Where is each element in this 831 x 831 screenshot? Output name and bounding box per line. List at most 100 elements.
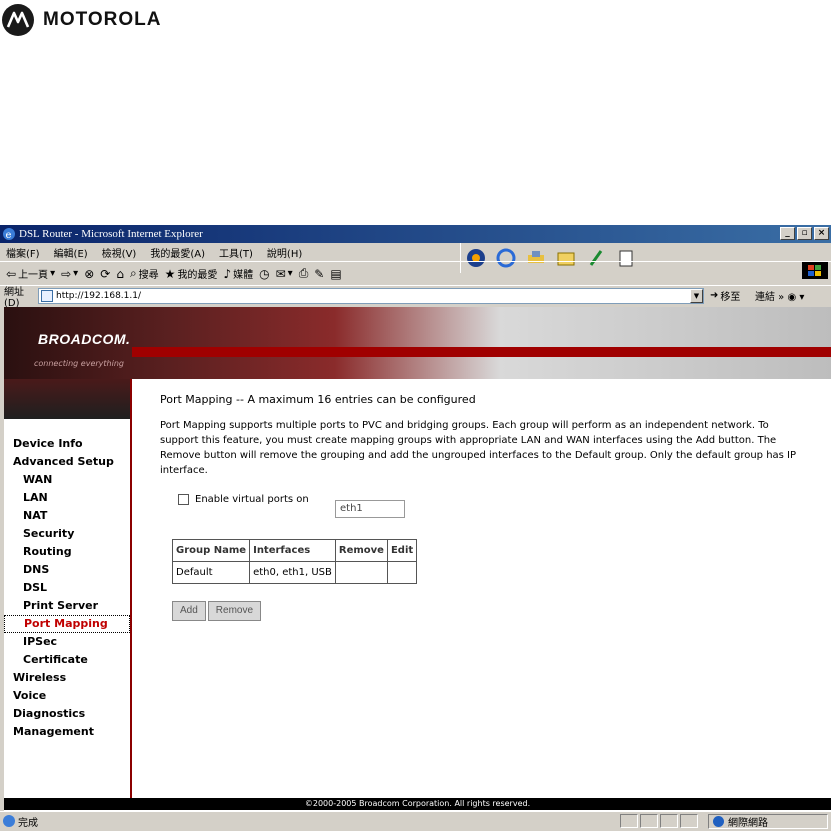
go-button[interactable]: ➜ 移至 bbox=[710, 288, 740, 303]
column-header: Interfaces bbox=[249, 539, 336, 562]
address-input[interactable]: http://192.168.1.1/ ▼ bbox=[38, 288, 704, 304]
nav-menu: Device Info Advanced Setup WAN LAN NAT S… bbox=[4, 435, 130, 741]
nav-dns[interactable]: DNS bbox=[4, 561, 130, 579]
nav-wan[interactable]: WAN bbox=[4, 471, 130, 489]
nav-print-server[interactable]: Print Server bbox=[4, 597, 130, 615]
broadcom-logo: BROADCOM. bbox=[38, 331, 131, 347]
home-button[interactable]: ⌂ bbox=[116, 267, 124, 281]
stop-icon: ⊗ bbox=[84, 266, 95, 281]
nav-security[interactable]: Security bbox=[4, 525, 130, 543]
broadcom-tagline: connecting everything bbox=[34, 359, 124, 368]
title-bar: e DSL Router - Microsoft Internet Explor… bbox=[0, 225, 831, 243]
address-dropdown-icon[interactable]: ▼ bbox=[690, 289, 703, 303]
motorola-logo-icon bbox=[2, 4, 34, 36]
virtual-ports-checkbox[interactable] bbox=[178, 494, 189, 505]
main-content: Port Mapping -- A maximum 16 entries can… bbox=[160, 393, 800, 621]
add-button[interactable]: Add bbox=[172, 601, 206, 621]
header-banner: BROADCOM. connecting everything bbox=[4, 307, 831, 379]
nav-routing[interactable]: Routing bbox=[4, 543, 130, 561]
page-viewport: BROADCOM. connecting everything Device I… bbox=[4, 307, 831, 811]
motorola-header: MOTOROLA bbox=[0, 4, 161, 36]
page-description: Port Mapping supports multiple ports to … bbox=[160, 420, 797, 476]
status-text: 完成 bbox=[18, 818, 38, 829]
refresh-icon: ⟳ bbox=[100, 266, 111, 281]
browser-toolbar: ⇦ 上一頁 ▾ ⇨ ▾ ⊗ ⟳ ⌂ ⌕ 搜尋 ★ 我的最愛 ♪ 媒體 ◷ ✉ ▾ ⎙ ✎ ▤ bbox=[0, 261, 831, 285]
search-icon: ⌕ bbox=[129, 266, 137, 280]
go-arrow-icon: ➜ bbox=[710, 290, 719, 301]
nav-diagnostics[interactable]: Diagnostics bbox=[4, 705, 130, 723]
nav-device-info[interactable]: Device Info bbox=[4, 435, 130, 453]
remove-button[interactable]: Remove bbox=[207, 601, 262, 621]
group-name-cell: Default bbox=[171, 561, 251, 584]
menu-view[interactable]: 檢視(V) bbox=[102, 245, 137, 260]
media-button[interactable]: ♪ 媒體 bbox=[223, 266, 253, 282]
menu-tools[interactable]: 工具(T) bbox=[219, 245, 253, 260]
links-button[interactable]: 連結 » ◉ ▾ bbox=[755, 288, 804, 303]
discuss-button[interactable]: ▤ bbox=[330, 267, 341, 281]
favorites-button[interactable]: ★ 我的最愛 bbox=[164, 266, 218, 282]
page-done-icon bbox=[3, 815, 15, 827]
virtual-ports-label: Enable virtual ports on bbox=[195, 494, 309, 505]
history-button[interactable]: ◷ bbox=[259, 267, 269, 281]
address-label: 網址(D) bbox=[4, 286, 24, 309]
window-title: DSL Router - Microsoft Internet Explorer bbox=[19, 228, 203, 240]
discuss-icon: ▤ bbox=[330, 266, 342, 281]
nav-port-mapping[interactable]: Port Mapping bbox=[4, 615, 130, 633]
menu-bar: 檔案(F) 編輯(E) 檢視(V) 我的最愛(A) 工具(T) 說明(H) bbox=[0, 243, 831, 279]
edit-icon: ✎ bbox=[314, 266, 325, 281]
motorola-wordmark: MOTOROLA bbox=[43, 9, 162, 30]
sidebar: Device Info Advanced Setup WAN LAN NAT S… bbox=[4, 379, 132, 804]
stop-button[interactable]: ⊗ bbox=[84, 267, 94, 281]
address-url: http://192.168.1.1/ bbox=[56, 291, 141, 301]
svg-text:e: e bbox=[6, 230, 12, 241]
nav-dsl[interactable]: DSL bbox=[4, 579, 130, 597]
nav-nat[interactable]: NAT bbox=[4, 507, 130, 525]
maximize-button[interactable]: ▫ bbox=[797, 227, 812, 240]
ie-icon: e bbox=[3, 228, 15, 241]
forward-button[interactable]: ⇨ ▾ bbox=[61, 267, 78, 281]
page-title: Port Mapping -- A maximum 16 entries can… bbox=[160, 393, 476, 406]
menu-help[interactable]: 說明(H) bbox=[267, 245, 302, 260]
nav-certificate[interactable]: Certificate bbox=[4, 651, 130, 669]
interfaces-cell: eth0, eth1, USB bbox=[249, 561, 336, 584]
favorites-icon: ★ bbox=[164, 266, 176, 281]
remove-cell bbox=[334, 561, 388, 584]
globe-icon bbox=[713, 816, 724, 827]
internet-zone: 網際網路 bbox=[708, 814, 828, 829]
address-bar: 網址(D) http://192.168.1.1/ ▼ ➜ 移至 連結 » ◉ ▾ bbox=[0, 285, 831, 309]
column-header: Group Name bbox=[171, 539, 251, 562]
menu-file[interactable]: 檔案(F) bbox=[6, 245, 40, 260]
column-header: Remove bbox=[334, 539, 388, 562]
table-row: Default eth0, eth1, USB bbox=[171, 561, 418, 584]
home-icon: ⌂ bbox=[116, 266, 124, 281]
menu-edit[interactable]: 編輯(E) bbox=[54, 245, 88, 260]
edit-cell bbox=[386, 561, 418, 584]
status-bar: 完成 網際網路 bbox=[0, 811, 831, 831]
print-button[interactable]: ⎙ bbox=[299, 266, 309, 281]
page-icon bbox=[41, 290, 53, 302]
menu-favorites[interactable]: 我的最愛(A) bbox=[150, 245, 205, 260]
media-icon: ♪ bbox=[223, 266, 232, 281]
nav-management[interactable]: Management bbox=[4, 723, 130, 741]
nav-voice[interactable]: Voice bbox=[4, 687, 130, 705]
copyright-footer: ©2000-2005 Broadcom Corporation. All rig… bbox=[4, 798, 831, 810]
nav-advanced-setup[interactable]: Advanced Setup bbox=[4, 453, 130, 471]
forward-arrow-icon: ⇨ bbox=[61, 266, 72, 281]
back-arrow-icon: ⇦ bbox=[6, 266, 17, 281]
close-button[interactable]: × bbox=[814, 227, 829, 240]
port-mapping-table: Group Name Interfaces Remove Edit Defaul… bbox=[171, 539, 418, 584]
minimize-button[interactable]: _ bbox=[780, 227, 795, 240]
print-icon: ⎙ bbox=[298, 266, 309, 280]
mail-icon: ✉ bbox=[275, 266, 286, 281]
back-button[interactable]: ⇦ 上一頁 ▾ bbox=[6, 266, 55, 282]
mail-button[interactable]: ✉ ▾ bbox=[276, 267, 293, 281]
history-icon: ◷ bbox=[259, 266, 270, 281]
refresh-button[interactable]: ⟳ bbox=[100, 267, 110, 281]
nav-ipsec[interactable]: IPSec bbox=[4, 633, 130, 651]
nav-lan[interactable]: LAN bbox=[4, 489, 130, 507]
edit-button[interactable]: ✎ bbox=[314, 267, 324, 281]
translate-icon: ◉ bbox=[787, 292, 797, 303]
virtual-ports-input[interactable]: eth1 bbox=[335, 500, 405, 518]
nav-wireless[interactable]: Wireless bbox=[4, 669, 130, 687]
search-button[interactable]: ⌕ 搜尋 bbox=[130, 266, 159, 281]
